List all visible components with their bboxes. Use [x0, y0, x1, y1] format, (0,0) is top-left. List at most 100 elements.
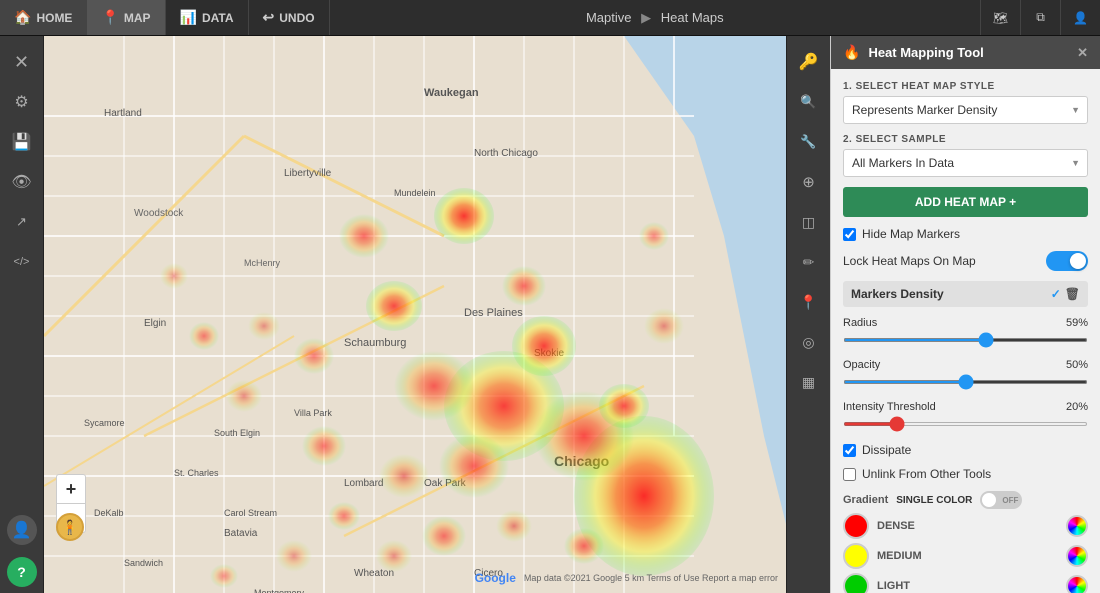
- lock-label: Lock Heat Maps On Map: [843, 254, 1038, 268]
- radius-slider[interactable]: [843, 338, 1088, 342]
- dense-swatch[interactable]: [843, 513, 869, 539]
- toggle-knob: [1070, 253, 1086, 269]
- help-button[interactable]: ?: [7, 557, 37, 587]
- unlink-row: Unlink From Other Tools: [843, 467, 1088, 481]
- sidebar-item-crosshair[interactable]: ⊕: [791, 164, 827, 200]
- home-icon: 🏠: [14, 9, 31, 26]
- street-view-icon[interactable]: 🧍: [56, 513, 84, 541]
- lock-toggle[interactable]: ON: [1046, 251, 1088, 271]
- map-icon: 📍: [101, 9, 118, 26]
- light-label: LIGHT: [877, 580, 1058, 592]
- svg-text:Schaumburg: Schaumburg: [344, 337, 406, 349]
- section2: 2. SELECT SAMPLE All Markers In Data: [843, 134, 1088, 177]
- unlink-checkbox[interactable]: [843, 468, 856, 481]
- close-panel-icon[interactable]: ✕: [4, 44, 40, 80]
- gradient-section: Gradient SINGLE COLOR OFF DENSE ME: [843, 491, 1088, 593]
- intensity-value: 20%: [1066, 401, 1088, 413]
- gradient-header: Gradient SINGLE COLOR OFF: [843, 491, 1088, 509]
- single-color-label: SINGLE COLOR: [896, 495, 972, 506]
- radius-label: Radius: [843, 317, 877, 329]
- google-logo: Google: [475, 571, 516, 585]
- sidebar-item-draw[interactable]: ✏: [791, 244, 827, 280]
- zoom-in-button[interactable]: +: [57, 475, 85, 503]
- dissipate-label: Dissipate: [862, 443, 911, 457]
- panel-close-button[interactable]: ✕: [1077, 45, 1088, 61]
- svg-text:Woodstock: Woodstock: [134, 208, 184, 219]
- density-check-icon[interactable]: ✓: [1051, 287, 1061, 301]
- dense-label: DENSE: [877, 520, 1058, 532]
- density-header: Markers Density ✓ 🗑: [843, 281, 1088, 307]
- svg-text:Sycamore: Sycamore: [84, 418, 125, 428]
- sidebar-item-tools[interactable]: 🔧: [791, 124, 827, 160]
- opacity-label: Opacity: [843, 359, 880, 371]
- svg-text:Waukegan: Waukegan: [424, 87, 479, 99]
- svg-text:South Elgin: South Elgin: [214, 428, 260, 438]
- intensity-label: Intensity Threshold: [843, 401, 936, 413]
- light-swatch[interactable]: [843, 573, 869, 593]
- density-label: Markers Density: [851, 287, 944, 301]
- svg-text:Mundelein: Mundelein: [394, 188, 436, 198]
- dense-color-picker[interactable]: [1066, 515, 1088, 537]
- sidebar-item-settings[interactable]: ⚙: [4, 84, 40, 120]
- sample-select[interactable]: All Markers In Data: [843, 149, 1088, 177]
- dissipate-row: Dissipate: [843, 443, 1088, 457]
- right-sidebar: 🔑 🔍 🔧 ⊕ ◫ ✏ 📍 ◎ ▦: [786, 36, 830, 593]
- panel: 🔥 Heat Mapping Tool ✕ 1. SELECT HEAT MAP…: [830, 36, 1100, 593]
- main-layout: ✕ ⚙ 💾 👁 ↗ </> 👤 ?: [0, 36, 1100, 593]
- svg-text:DeKalb: DeKalb: [94, 508, 124, 518]
- svg-text:Lombard: Lombard: [344, 478, 383, 489]
- sidebar-item-share[interactable]: ↗: [4, 204, 40, 240]
- density-actions: ✓ 🗑: [1051, 287, 1080, 301]
- add-heat-map-button[interactable]: ADD HEAT MAP +: [843, 187, 1088, 217]
- medium-label: MEDIUM: [877, 550, 1058, 562]
- unlink-label: Unlink From Other Tools: [862, 467, 991, 481]
- sidebar-item-embed[interactable]: </>: [4, 244, 40, 280]
- radius-row: Radius 59%: [843, 317, 1088, 345]
- hide-markers-row: Hide Map Markers: [843, 227, 1088, 241]
- left-sidebar: ✕ ⚙ 💾 👁 ↗ </> 👤 ?: [0, 36, 44, 593]
- gradient-toggle-text: OFF: [1002, 496, 1018, 505]
- svg-text:Des Plaines: Des Plaines: [464, 307, 523, 319]
- map-svg: Woodstock McHenry Waukegan North Chicago…: [44, 36, 786, 593]
- home-button[interactable]: 🏠 HOME: [0, 0, 87, 35]
- map-area[interactable]: Woodstock McHenry Waukegan North Chicago…: [44, 36, 786, 593]
- panel-title: Heat Mapping Tool: [868, 45, 983, 60]
- topnav: 🏠 HOME 📍 MAP 📊 DATA ↩ UNDO Maptive ▶ Hea…: [0, 0, 1100, 36]
- nav-right: 🗺 ⧉ 👤: [980, 0, 1100, 35]
- sidebar-item-location[interactable]: ◎: [791, 324, 827, 360]
- light-color-picker[interactable]: [1066, 575, 1088, 593]
- data-button[interactable]: 📊 DATA: [166, 0, 249, 35]
- sidebar-item-layers2[interactable]: ◫: [791, 204, 827, 240]
- section1-label: 1. SELECT HEAT MAP STYLE: [843, 81, 1088, 92]
- svg-text:Villa Park: Villa Park: [294, 408, 332, 418]
- svg-text:St. Charles: St. Charles: [174, 468, 219, 478]
- style-select-wrapper: Represents Marker Density: [843, 96, 1088, 124]
- layers-nav-icon[interactable]: ⧉: [1020, 0, 1060, 35]
- gradient-toggle[interactable]: OFF: [980, 491, 1022, 509]
- user-nav-icon[interactable]: 👤: [1060, 0, 1100, 35]
- medium-swatch[interactable]: [843, 543, 869, 569]
- sidebar-item-table[interactable]: ▦: [791, 364, 827, 400]
- intensity-slider[interactable]: [843, 422, 1088, 426]
- hide-markers-checkbox[interactable]: [843, 228, 856, 241]
- undo-button[interactable]: ↩ UNDO: [249, 0, 330, 35]
- opacity-slider[interactable]: [843, 380, 1088, 384]
- dissipate-checkbox[interactable]: [843, 444, 856, 457]
- density-delete-icon[interactable]: 🗑: [1065, 287, 1080, 301]
- medium-row: MEDIUM: [843, 543, 1088, 569]
- hide-markers-label: Hide Map Markers: [862, 227, 960, 241]
- sidebar-item-save[interactable]: 💾: [4, 124, 40, 160]
- map-nav-icon[interactable]: 🗺: [980, 0, 1020, 35]
- map-button[interactable]: 📍 MAP: [87, 0, 165, 35]
- sidebar-item-key[interactable]: 🔑: [791, 44, 827, 80]
- sidebar-item-zoom[interactable]: 🔍: [791, 84, 827, 120]
- sidebar-item-pin[interactable]: 📍: [791, 284, 827, 320]
- style-select[interactable]: Represents Marker Density: [843, 96, 1088, 124]
- svg-text:Montgomery: Montgomery: [254, 588, 305, 593]
- lock-toggle-row: Lock Heat Maps On Map ON: [843, 251, 1088, 271]
- sidebar-item-view[interactable]: 👁: [4, 164, 40, 200]
- user-avatar[interactable]: 👤: [7, 515, 37, 545]
- medium-color-picker[interactable]: [1066, 545, 1088, 567]
- radius-label-row: Radius 59%: [843, 317, 1088, 329]
- section2-label: 2. SELECT SAMPLE: [843, 134, 1088, 145]
